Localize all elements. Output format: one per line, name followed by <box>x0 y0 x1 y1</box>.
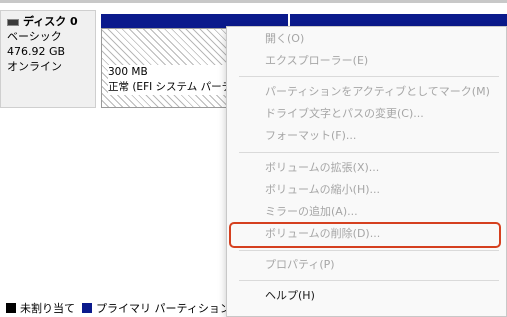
disk-title-row: ディスク 0 <box>7 15 89 29</box>
legend-primary: プライマリ パーティション <box>96 302 231 315</box>
legend: 未割り当て プライマリ パーティション <box>6 300 231 316</box>
disk-icon <box>7 18 19 26</box>
menu-item-help[interactable]: ヘルプ(H) <box>265 286 315 306</box>
menu-item-mark-active[interactable]: パーティションをアクティブとしてマーク(M) <box>265 82 490 102</box>
menu-item-add-mirror[interactable]: ミラーの追加(A)... <box>265 202 358 222</box>
menu-separator <box>239 76 499 77</box>
disk-status: オンライン <box>7 60 62 73</box>
menu-item-shrink[interactable]: ボリュームの縮小(H)... <box>265 180 380 200</box>
menu-separator <box>239 280 499 281</box>
context-menu: 開く(O) エクスプローラー(E) パーティションをアクティブとしてマーク(M)… <box>226 26 507 317</box>
menu-separator <box>239 152 499 153</box>
unallocated-swatch <box>6 303 16 313</box>
menu-item-open[interactable]: 開く(O) <box>265 29 304 49</box>
menu-item-format[interactable]: フォーマット(F)... <box>265 126 356 146</box>
disk-title: ディスク 0 <box>23 15 78 28</box>
menu-item-change-letter[interactable]: ドライブ文字とパスの変更(C)... <box>265 104 424 124</box>
menu-separator <box>239 250 499 251</box>
disk-size: 476.92 GB <box>7 45 66 58</box>
legend-unallocated: 未割り当て <box>20 302 75 315</box>
disk-info-panel[interactable]: ディスク 0 ベーシック 476.92 GB オンライン <box>0 10 96 108</box>
menu-item-explore[interactable]: エクスプローラー(E) <box>265 51 368 71</box>
menu-item-properties[interactable]: プロパティ(P) <box>265 255 335 275</box>
primary-swatch <box>82 303 92 313</box>
menu-item-extend[interactable]: ボリュームの拡張(X)... <box>265 158 379 178</box>
top-border <box>0 0 507 3</box>
disk-type: ベーシック <box>7 30 62 43</box>
delete-volume-highlight <box>229 222 501 248</box>
